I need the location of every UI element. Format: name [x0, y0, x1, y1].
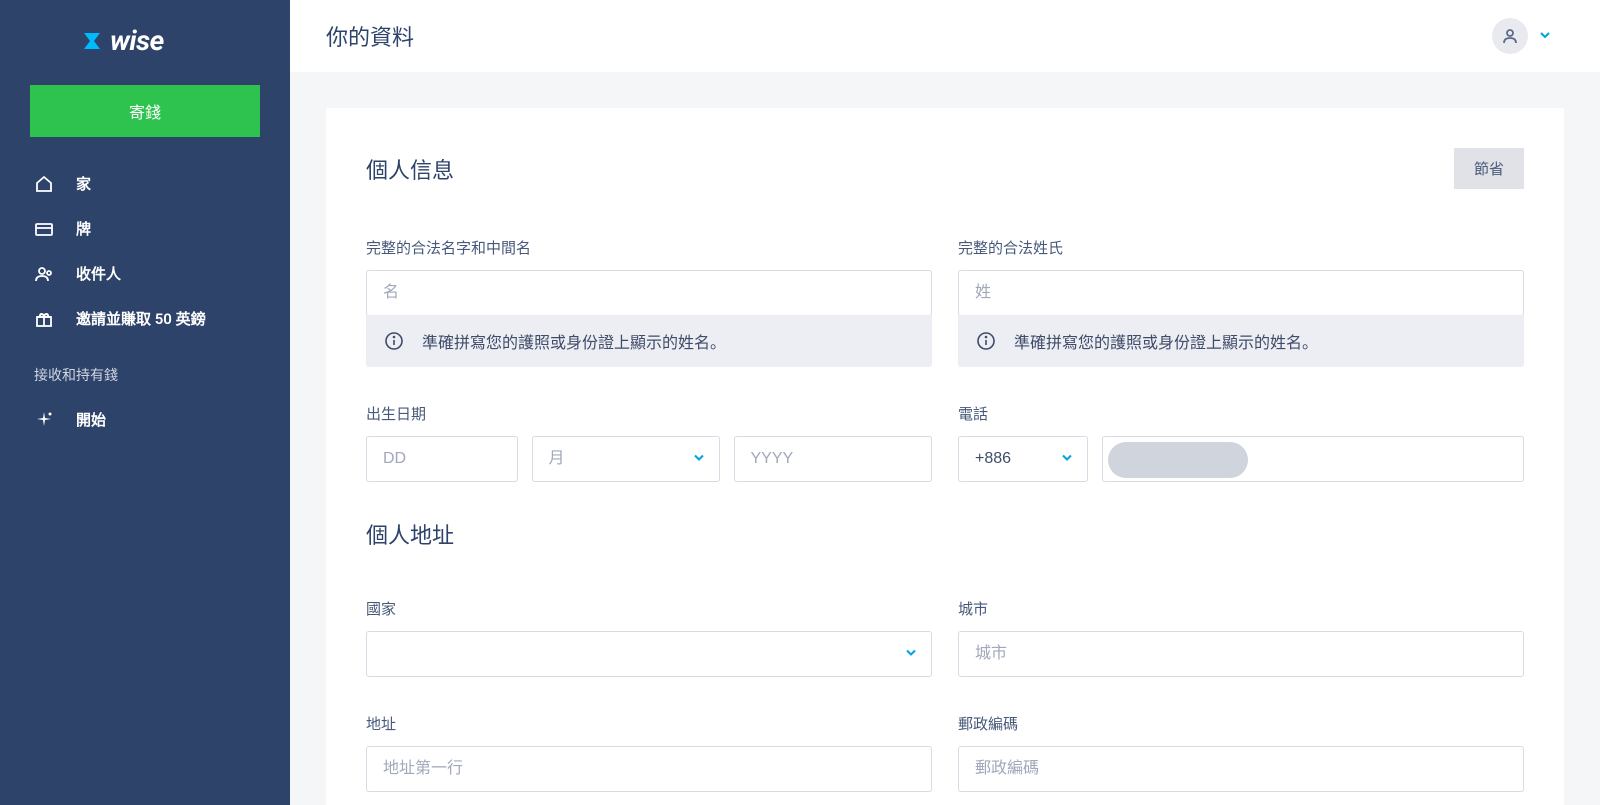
sidebar-item-invite[interactable]: 邀請並賺取 50 英鎊 — [30, 296, 260, 341]
info-icon — [976, 331, 996, 351]
gift-icon — [34, 309, 54, 329]
brand-name: wise — [110, 24, 164, 57]
country-label: 國家 — [366, 598, 932, 619]
postal-code-input[interactable] — [958, 746, 1524, 792]
sidebar-item-label: 收件人 — [76, 263, 121, 284]
wise-flag-icon — [80, 28, 106, 54]
section-title-personal-info: 個人信息 — [366, 153, 454, 185]
dob-label: 出生日期 — [366, 403, 932, 424]
chevron-down-icon — [1538, 27, 1552, 46]
recipients-icon — [34, 264, 54, 284]
sidebar-item-home[interactable]: 家 — [30, 161, 260, 206]
content-area: 個人信息 節省 完整的合法名字和中間名 準確拼寫您的護照或身份證上顯示的姓名。 — [290, 72, 1600, 805]
home-icon — [34, 174, 54, 194]
save-button[interactable]: 節省 — [1454, 148, 1524, 189]
section-title-address: 個人地址 — [366, 518, 1524, 550]
send-money-button[interactable]: 寄錢 — [30, 85, 260, 137]
profile-menu[interactable] — [1492, 18, 1564, 54]
last-name-label: 完整的合法姓氏 — [958, 237, 1524, 258]
city-label: 城市 — [958, 598, 1524, 619]
dob-month-select[interactable] — [532, 436, 720, 482]
info-icon — [384, 331, 404, 351]
dob-year-input[interactable] — [734, 436, 933, 482]
dob-day-input[interactable] — [366, 436, 518, 482]
sidebar-item-label: 邀請並賺取 50 英鎊 — [76, 308, 206, 329]
country-select[interactable] — [366, 631, 932, 677]
postal-label: 郵政編碼 — [958, 713, 1524, 734]
card-icon — [34, 219, 54, 239]
topbar: 你的資料 — [290, 0, 1600, 72]
brand-logo[interactable]: wise — [30, 24, 260, 57]
sidebar-item-label: 牌 — [76, 218, 91, 239]
phone-label: 電話 — [958, 403, 1524, 424]
page-title: 你的資料 — [326, 20, 414, 52]
address-line1-input[interactable] — [366, 746, 932, 792]
form-card: 個人信息 節省 完整的合法名字和中間名 準確拼寫您的護照或身份證上顯示的姓名。 — [326, 108, 1564, 805]
first-name-label: 完整的合法名字和中間名 — [366, 237, 932, 258]
sidebar-item-start[interactable]: 開始 — [30, 397, 260, 442]
first-name-input[interactable] — [366, 270, 932, 316]
hint-text: 準確拼寫您的護照或身份證上顯示的姓名。 — [422, 329, 726, 353]
main-content: 你的資料 個人信息 節省 完整的合法名字和中間名 — [290, 0, 1600, 805]
hint-text: 準確拼寫您的護照或身份證上顯示的姓名。 — [1014, 329, 1318, 353]
sidebar-item-label: 家 — [76, 173, 91, 194]
sidebar: wise 寄錢 家 牌 收件人 邀請並賺取 50 英鎊 — [0, 0, 290, 805]
sidebar-section-label: 接收和持有錢 — [30, 341, 260, 397]
address-label: 地址 — [366, 713, 932, 734]
last-name-hint: 準確拼寫您的護照或身份證上顯示的姓名。 — [958, 315, 1524, 367]
avatar — [1492, 18, 1528, 54]
phone-country-code-select[interactable] — [958, 436, 1088, 482]
redacted-phone-value — [1108, 442, 1248, 478]
sidebar-item-label: 開始 — [76, 409, 106, 430]
last-name-input[interactable] — [958, 270, 1524, 316]
city-input[interactable] — [958, 631, 1524, 677]
first-name-hint: 準確拼寫您的護照或身份證上顯示的姓名。 — [366, 315, 932, 367]
sidebar-item-card[interactable]: 牌 — [30, 206, 260, 251]
sidebar-item-recipients[interactable]: 收件人 — [30, 251, 260, 296]
sparkle-icon — [34, 410, 54, 430]
